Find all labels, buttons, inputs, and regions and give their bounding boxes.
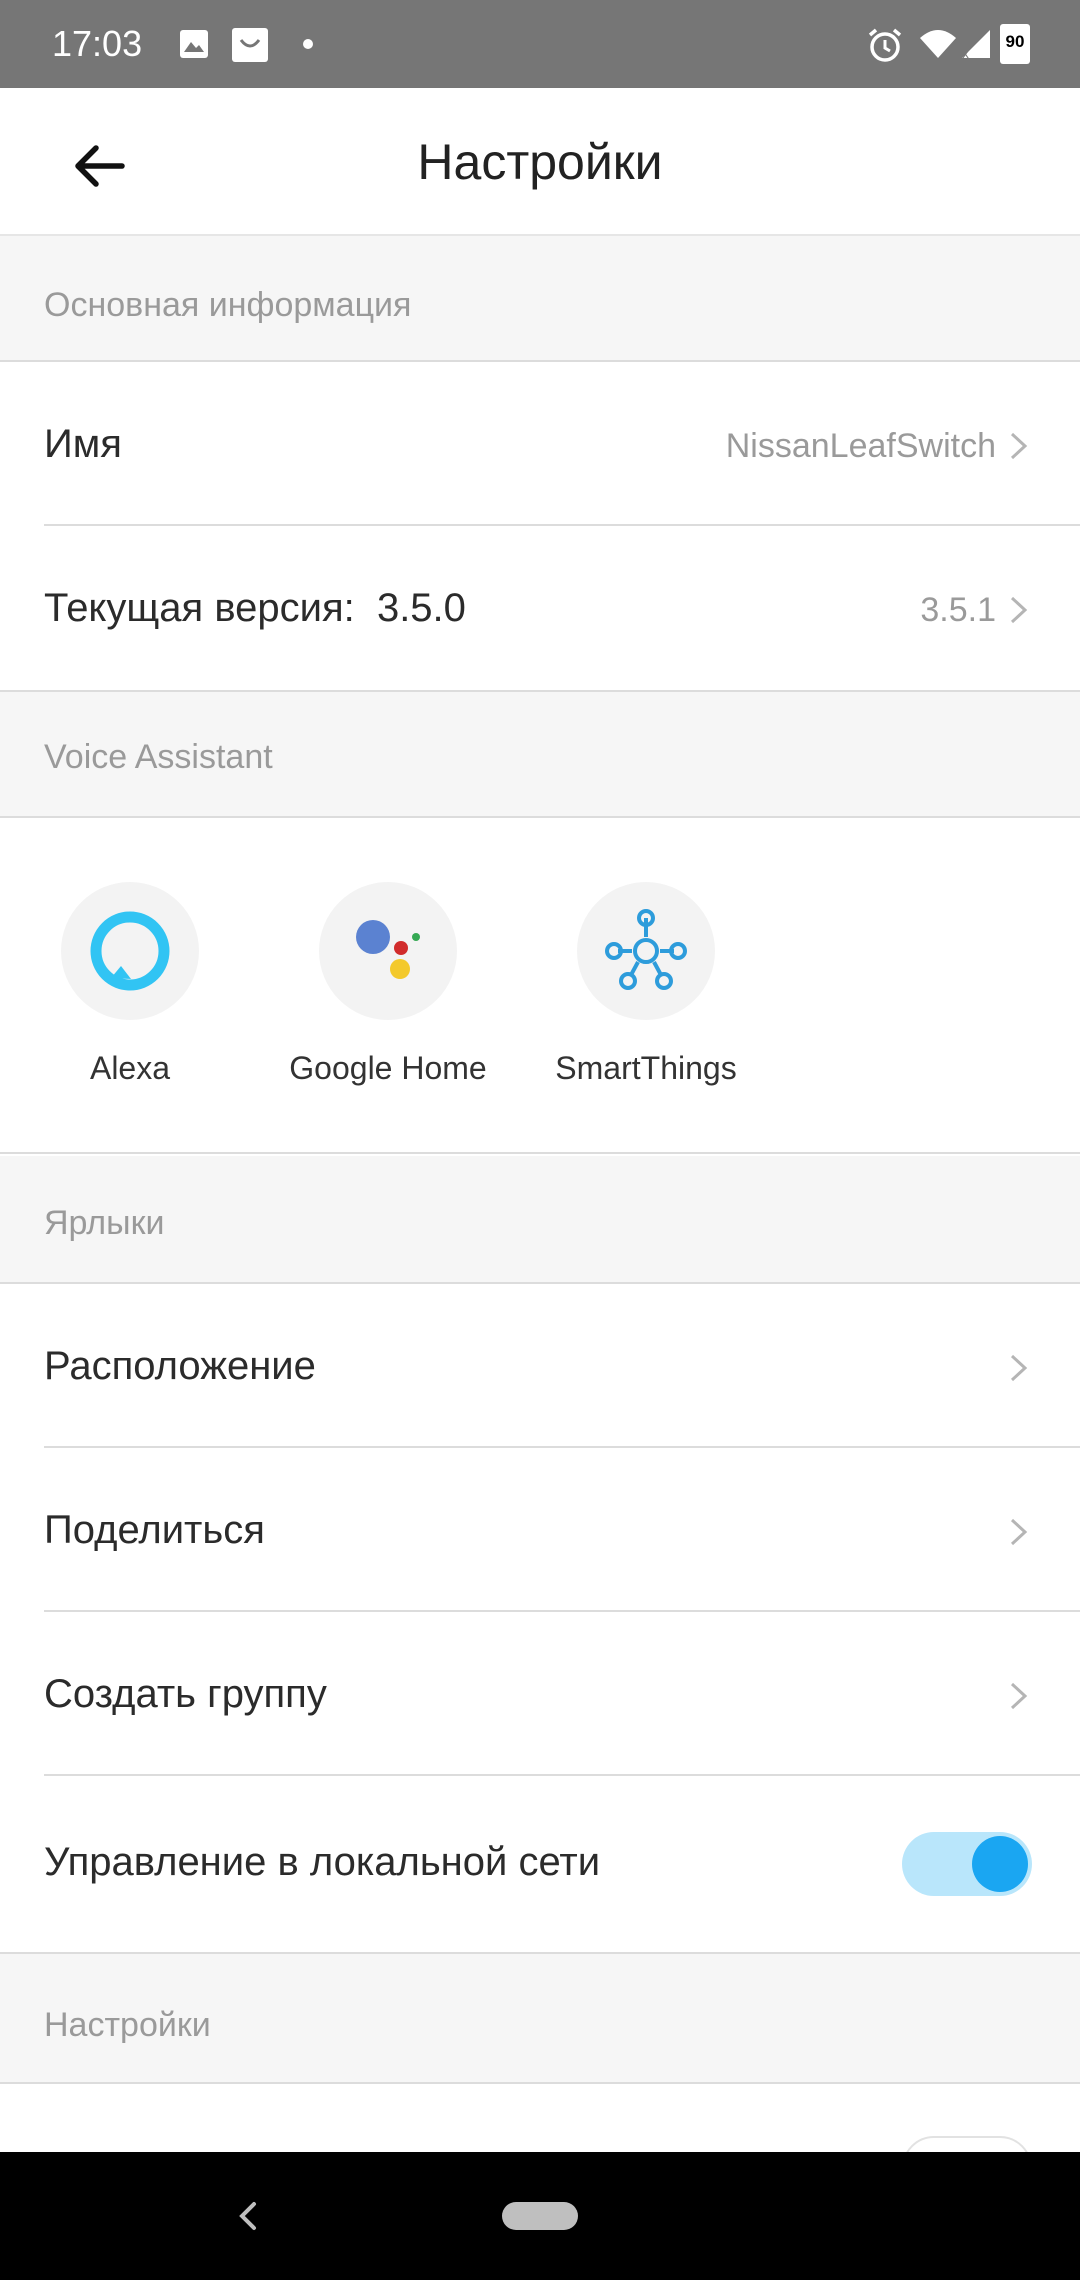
status-time: 17:03 <box>52 23 143 64</box>
voice-assistant-smartthings[interactable]: SmartThings <box>516 882 776 1087</box>
section-title: Настройки <box>44 2006 211 2044</box>
row-location[interactable]: Расположение <box>0 1284 1080 1448</box>
chevron-right-icon <box>1010 1682 1028 1710</box>
nav-back-icon[interactable] <box>228 2196 268 2236</box>
alarm-icon <box>868 28 902 62</box>
system-nav-bar <box>0 2152 1080 2280</box>
smartthings-icon <box>577 882 715 1020</box>
shopping-bag-icon <box>232 28 268 62</box>
row-label: Создать группу <box>44 1672 327 1716</box>
voice-assistant-label: Google Home <box>289 1050 487 1086</box>
google-assistant-icon <box>319 882 457 1020</box>
section-title: Ярлыки <box>44 1204 165 1242</box>
section-header-settings: Настройки <box>0 1952 1080 2084</box>
row-create-group[interactable]: Создать группу <box>0 1612 1080 1776</box>
chevron-right-icon <box>1010 1354 1028 1382</box>
voice-assistant-alexa[interactable]: Alexa <box>0 882 260 1087</box>
battery-icon: 90 <box>1000 24 1030 64</box>
signal-icon: x <box>962 30 990 60</box>
local-network-toggle[interactable] <box>902 1832 1032 1896</box>
row-share[interactable]: Поделиться <box>0 1448 1080 1612</box>
row-label: Имя <box>44 422 122 466</box>
section-title: Voice Assistant <box>44 738 273 776</box>
voice-assistant-list: Alexa Google Home SmartThings <box>0 818 1080 1154</box>
status-bar: 17:03 x 90 <box>0 0 1080 88</box>
row-label: Поделиться <box>44 1508 265 1552</box>
alexa-icon <box>61 882 199 1020</box>
row-firmware-version[interactable]: Текущая версия: 3.5.0 3.5.1 <box>0 526 1080 690</box>
chevron-right-icon <box>1010 432 1028 460</box>
chevron-right-icon <box>1010 1518 1028 1546</box>
row-label: Расположение <box>44 1344 316 1388</box>
latest-version-value: 3.5.1 <box>920 591 996 629</box>
app-bar: Настройки <box>0 88 1080 236</box>
row-name[interactable]: Имя NissanLeafSwitch <box>0 362 1080 526</box>
voice-assistant-label: Alexa <box>89 1050 171 1086</box>
battery-level: 90 <box>1005 32 1025 51</box>
page-title: Настройки <box>417 134 663 190</box>
section-header-voice-assistant: Voice Assistant <box>0 690 1080 818</box>
row-label: Текущая версия: 3.5.0 <box>44 586 466 630</box>
voice-assistant-label: SmartThings <box>555 1050 737 1086</box>
chevron-right-icon <box>1010 596 1028 624</box>
section-header-shortcuts: Ярлыки <box>0 1156 1080 1284</box>
dot-icon <box>303 39 313 49</box>
row-label: Управление в локальной сети <box>44 1840 601 1884</box>
toggle-knob <box>972 1836 1028 1892</box>
wifi-icon <box>920 30 956 58</box>
voice-assistant-google-home[interactable]: Google Home <box>258 882 518 1087</box>
row-settings-partial <box>0 2084 1080 2200</box>
section-title: Основная информация <box>44 286 412 324</box>
section-header-basic-info: Основная информация <box>0 236 1080 362</box>
device-name-value: NissanLeafSwitch <box>725 427 996 465</box>
image-icon <box>180 30 208 58</box>
home-pill[interactable] <box>502 2202 578 2230</box>
svg-text:x: x <box>962 47 969 60</box>
row-local-network-control: Управление в локальной сети <box>0 1776 1080 1952</box>
